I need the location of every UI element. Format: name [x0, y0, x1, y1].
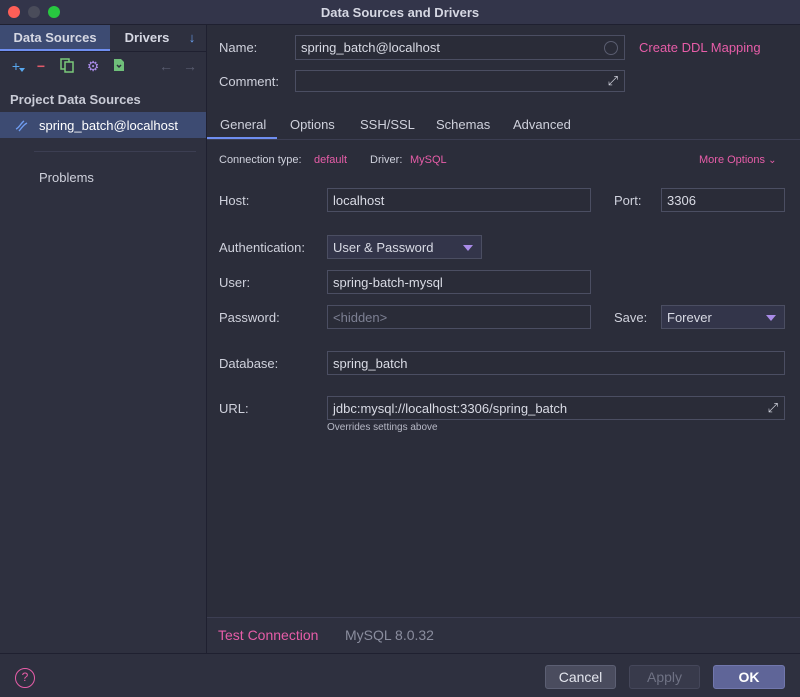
- password-placeholder: <hidden>: [333, 309, 388, 325]
- expand-icon[interactable]: ⤢: [608, 73, 618, 89]
- url-value: jdbc:mysql://localhost:3306/spring_batch: [333, 400, 568, 416]
- name-label: Name:: [219, 40, 258, 55]
- database-field[interactable]: spring_batch: [327, 351, 785, 375]
- copy-icon[interactable]: [59, 58, 75, 74]
- more-options-link[interactable]: More Options ⌄: [699, 154, 776, 166]
- forward-arrow-icon[interactable]: →: [182, 58, 198, 74]
- add-dropdown-icon[interactable]: [19, 68, 25, 72]
- save-select[interactable]: Forever: [661, 305, 785, 329]
- password-field[interactable]: <hidden>: [327, 305, 591, 329]
- driver-value[interactable]: MySQL: [410, 154, 447, 166]
- project-data-sources-heading: Project Data Sources: [10, 92, 141, 107]
- tab-general[interactable]: General: [220, 117, 266, 139]
- more-options-label: More Options: [699, 154, 766, 166]
- comment-label: Comment:: [219, 74, 279, 89]
- save-label: Save:: [614, 310, 648, 325]
- tabs-divider: [0, 51, 206, 52]
- host-label: Host:: [219, 193, 250, 208]
- datasource-icon: [14, 117, 30, 133]
- url-hint: Overrides settings above: [327, 422, 438, 433]
- window-title: Data Sources and Drivers: [320, 5, 480, 20]
- ok-button[interactable]: OK: [713, 665, 785, 689]
- create-ddl-mapping-link[interactable]: Create DDL Mapping: [639, 40, 761, 55]
- tree-divider: [34, 151, 196, 152]
- user-field[interactable]: spring-batch-mysql: [327, 270, 591, 294]
- tab-drivers[interactable]: Drivers: [112, 25, 182, 51]
- driver-label: Driver:: [370, 154, 403, 166]
- authentication-label: Authentication:: [219, 240, 306, 255]
- problems-item[interactable]: Problems: [39, 170, 94, 185]
- url-field[interactable]: jdbc:mysql://localhost:3306/spring_batch…: [327, 396, 785, 420]
- connection-type-label: Connection type:: [219, 154, 302, 166]
- database-value: spring_batch: [333, 355, 408, 371]
- url-label: URL:: [219, 401, 249, 416]
- host-field[interactable]: localhost: [327, 188, 591, 212]
- expand-icon[interactable]: ⤢: [768, 400, 778, 416]
- apply-button[interactable]: Apply: [629, 665, 700, 689]
- connection-type-value[interactable]: default: [314, 154, 347, 166]
- authentication-select[interactable]: User & Password: [327, 235, 482, 259]
- tab-options[interactable]: Options: [290, 117, 335, 139]
- help-icon[interactable]: ?: [15, 668, 35, 688]
- title-bar: Data Sources and Drivers: [0, 0, 800, 25]
- back-arrow-icon[interactable]: ←: [158, 58, 174, 74]
- port-value: 3306: [667, 192, 696, 208]
- password-label: Password:: [219, 310, 280, 325]
- tab-advanced[interactable]: Advanced: [513, 117, 571, 139]
- user-value: spring-batch-mysql: [333, 274, 443, 290]
- save-value: Forever: [667, 309, 712, 325]
- user-label: User:: [219, 275, 251, 290]
- tab-schemas[interactable]: Schemas: [436, 117, 490, 139]
- download-icon[interactable]: ↓: [184, 25, 200, 51]
- tab-ssh-ssl[interactable]: SSH/SSL: [360, 117, 415, 139]
- comment-field[interactable]: ⤢: [295, 70, 625, 92]
- tree-item-label[interactable]: spring_batch@localhost: [39, 118, 178, 133]
- host-value: localhost: [333, 192, 385, 208]
- chevron-down-icon: ⌄: [768, 155, 777, 166]
- database-label: Database:: [219, 356, 279, 371]
- import-icon[interactable]: [111, 58, 127, 74]
- tab-data-sources[interactable]: Data Sources: [0, 25, 110, 51]
- tabs-separator: [207, 139, 800, 140]
- cancel-button[interactable]: Cancel: [545, 665, 616, 689]
- dropdown-arrow-icon: [766, 315, 776, 321]
- color-circle-icon[interactable]: [604, 41, 618, 55]
- port-field[interactable]: 3306: [661, 188, 785, 212]
- remove-icon[interactable]: −: [33, 58, 49, 74]
- test-connection-link[interactable]: Test Connection: [218, 627, 318, 643]
- port-label: Port:: [614, 193, 642, 208]
- authentication-value: User & Password: [333, 239, 434, 255]
- dropdown-arrow-icon: [463, 245, 473, 251]
- mysql-version: MySQL 8.0.32: [345, 627, 434, 643]
- name-field[interactable]: spring_batch@localhost: [295, 35, 625, 60]
- name-value: spring_batch@localhost: [301, 40, 440, 55]
- right-panel: Name: spring_batch@localhost Create DDL …: [207, 25, 800, 653]
- settings-icon[interactable]: ⚙: [85, 58, 101, 74]
- dialog-bottom-bar: ? Cancel Apply OK: [0, 653, 800, 697]
